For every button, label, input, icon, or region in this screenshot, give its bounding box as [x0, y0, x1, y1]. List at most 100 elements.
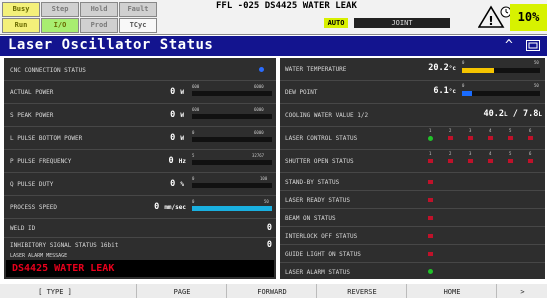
cnc-connection-indicator: [259, 67, 264, 72]
shutter-led: [488, 159, 493, 163]
laser-control-ch6: 6: [529, 128, 532, 133]
cooling-water-row: COOLING WATER VALUE 1/2 40.2L / 7.8L: [280, 104, 545, 127]
standby-row: STAND-BY STATUS: [280, 173, 545, 191]
process-speed-value: 0 mm/sec: [154, 202, 186, 212]
override-indicator[interactable]: 10%: [510, 4, 547, 31]
actual-power-label: ACTUAL POWER: [10, 89, 54, 96]
pulse-duty-label: Q PULSE DUTY: [10, 181, 54, 188]
water-temperature-row: WATER TEMPERATURE 20.2°c 0 50: [280, 58, 545, 81]
weld-id-row: WELD ID 0: [4, 219, 276, 238]
actual-power-row: ACTUAL POWER 0 W 600 6000: [4, 81, 276, 104]
busy-led: Busy: [2, 2, 40, 17]
pulse-bottom-value: 0 W: [170, 133, 184, 143]
pulse-bottom-max: 6000: [254, 130, 264, 135]
standby-label: STAND-BY STATUS: [285, 179, 340, 186]
inhibitory-label: INHIBITORY SIGNAL STATUS 16bit: [10, 242, 119, 249]
peak-power-value: 0 W: [170, 110, 184, 120]
laser-control-led: [488, 136, 493, 140]
pulse-bottom-label: L PULSE BOTTOM POWER: [10, 135, 83, 142]
peak-power-bar: [192, 114, 272, 119]
oscillator-output-panel: CNC CONNECTION STATUS ACTUAL POWER 0 W 6…: [4, 58, 276, 279]
pulse-frequency-min: 5: [192, 153, 195, 158]
shutter-ch2: 2: [449, 151, 452, 156]
dew-point-row: DEW POINT 6.1°c 0 50: [280, 81, 545, 104]
weld-id-label: WELD ID: [10, 225, 36, 232]
run-led: Run: [2, 18, 40, 33]
cooling-water-label: COOLING WATER VALUE 1/2: [285, 112, 369, 119]
page-title: Laser Oscillator Status: [8, 37, 214, 53]
tcyc-led: TCyc: [119, 18, 157, 33]
alarm-message-box: DS4425 WATER LEAK: [6, 260, 274, 277]
shutter-ch3: 3: [469, 151, 472, 156]
pulse-duty-value: 0 %: [170, 179, 184, 189]
laser-alarm-led: [428, 269, 433, 274]
chevron-up-icon[interactable]: ^: [505, 38, 513, 53]
pulse-duty-max: 100: [260, 176, 268, 181]
laser-alarm-row: LASER ALARM STATUS: [280, 263, 545, 279]
type-key[interactable]: [ TYPE ]: [10, 284, 100, 298]
laser-control-label: LASER CONTROL STATUS: [285, 135, 358, 142]
pulse-duty-row: Q PULSE DUTY 0 % 0 100: [4, 173, 276, 196]
process-speed-min: 0: [192, 199, 195, 204]
cnc-connection-row: CNC CONNECTION STATUS: [4, 58, 276, 81]
window-split-icon[interactable]: [526, 40, 540, 51]
cnc-connection-label: CNC CONNECTION STATUS: [10, 67, 86, 74]
title-bar: Laser Oscillator Status ^: [0, 36, 547, 56]
process-speed-max: 50: [264, 199, 269, 204]
dew-point-max: 50: [534, 83, 539, 88]
shutter-led: [468, 159, 473, 163]
shutter-ch6: 6: [529, 151, 532, 156]
shutter-open-label: SHUTTER OPEN STATUS: [285, 158, 354, 165]
fault-led: Fault: [119, 2, 157, 17]
laser-control-ch4: 4: [489, 128, 492, 133]
weld-id-value: 0: [266, 223, 272, 233]
hold-led: Hold: [80, 2, 118, 17]
laser-control-led: [508, 136, 513, 140]
pulse-duty-bar: [192, 183, 272, 188]
shutter-ch5: 5: [509, 151, 512, 156]
process-speed-bar: [192, 206, 272, 211]
pulse-frequency-label: P PULSE FREQUENCY: [10, 158, 72, 165]
pulse-bottom-row: L PULSE BOTTOM POWER 0 W 0 6000: [4, 127, 276, 150]
laser-ready-row: LASER READY STATUS: [280, 191, 545, 209]
interlock-row: INTERLOCK OFF STATUS: [280, 227, 545, 245]
process-speed-row: PROCESS SPEED 0 mm/sec 0 50: [4, 196, 276, 219]
mode-indicator: AUTO: [324, 18, 348, 28]
laser-ready-label: LASER READY STATUS: [285, 197, 351, 204]
pulse-bottom-min: 0: [192, 130, 195, 135]
laser-control-ch1: 1: [429, 128, 432, 133]
next-page-key[interactable]: >: [496, 284, 547, 298]
water-temperature-min: 0: [462, 60, 465, 65]
pulse-bottom-bar: [192, 137, 272, 142]
laser-control-ch2: 2: [449, 128, 452, 133]
pulse-frequency-max: 32767: [252, 153, 265, 158]
dew-point-bar: [462, 91, 540, 96]
shutter-led: [528, 159, 533, 163]
guide-light-row: GUIDE LIGHT ON STATUS: [280, 245, 545, 263]
svg-text:!: !: [488, 14, 493, 28]
beam-on-led: [428, 216, 433, 220]
beam-on-row: BEAM ON STATUS: [280, 209, 545, 227]
forward-key[interactable]: FORWARD: [226, 284, 317, 298]
laser-alarm-label: LASER ALARM STATUS: [285, 269, 351, 276]
function-key-bar: [ TYPE ] PAGE FORWARD REVERSE HOME >: [0, 284, 547, 298]
page-key[interactable]: PAGE: [136, 284, 227, 298]
laser-control-led: [428, 136, 433, 141]
shutter-led: [428, 159, 433, 163]
warning-icon[interactable]: !: [478, 4, 514, 30]
home-key[interactable]: HOME: [406, 284, 497, 298]
water-temperature-max: 50: [534, 60, 539, 65]
beam-on-label: BEAM ON STATUS: [285, 215, 336, 222]
shutter-led: [508, 159, 513, 163]
guide-light-label: GUIDE LIGHT ON STATUS: [285, 251, 361, 258]
standby-led: [428, 180, 433, 184]
step-led: Step: [41, 2, 79, 17]
reverse-key[interactable]: REVERSE: [316, 284, 407, 298]
io-led: I/O: [41, 18, 79, 33]
inhibitory-value: 0: [266, 240, 272, 250]
pulse-frequency-value: 0 Hz: [168, 156, 186, 166]
shutter-open-row: SHUTTER OPEN STATUS 1 2 3 4 5 6: [280, 150, 545, 173]
pulse-frequency-row: P PULSE FREQUENCY 0 Hz 5 32767: [4, 150, 276, 173]
pulse-frequency-bar: [192, 160, 272, 165]
peak-power-row: S PEAK POWER 0 W 600 6000: [4, 104, 276, 127]
